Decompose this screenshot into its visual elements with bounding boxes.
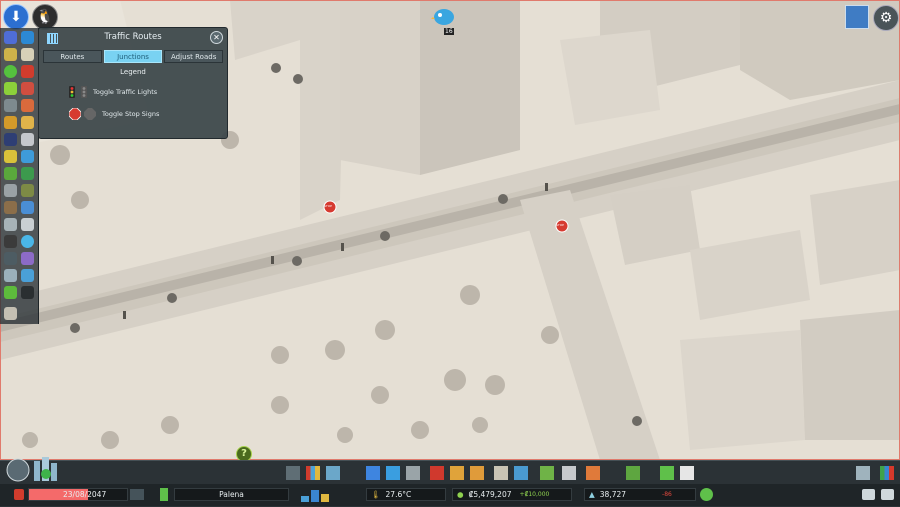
fire-icon[interactable] xyxy=(21,65,34,78)
wind-icon[interactable] xyxy=(4,184,17,197)
roads-icon[interactable] xyxy=(4,31,17,44)
traffic-icon[interactable] xyxy=(21,218,34,231)
speed-icon[interactable] xyxy=(130,489,144,500)
date-display: 23/08/2047 xyxy=(28,488,128,501)
fire-tool-icon[interactable] xyxy=(430,466,444,480)
garbage-icon[interactable] xyxy=(4,99,17,112)
electricity-tool-icon[interactable] xyxy=(366,466,380,480)
info-view-icon[interactable] xyxy=(4,307,17,320)
city-logo-icon[interactable] xyxy=(4,457,70,483)
screenshot-icon[interactable] xyxy=(862,489,875,500)
tourism-icon[interactable] xyxy=(21,252,34,265)
district-icon[interactable] xyxy=(4,48,17,61)
info-icon[interactable] xyxy=(160,488,168,501)
landmark-tool-icon[interactable] xyxy=(586,466,600,480)
bird-icon xyxy=(431,9,454,25)
transport-icon[interactable] xyxy=(21,133,34,146)
chirper-bird-icon[interactable]: 16 xyxy=(431,5,457,35)
star-icon[interactable] xyxy=(4,82,17,95)
legend-item-traffic-lights: Toggle Traffic Lights xyxy=(69,86,157,98)
monument-tool-icon[interactable] xyxy=(562,466,576,480)
dots-icon[interactable] xyxy=(21,286,34,299)
public-transport-tool-icon[interactable] xyxy=(514,466,528,480)
panel-title: Traffic Routes xyxy=(104,32,162,42)
thermometer-icon: 🌡 xyxy=(371,490,381,499)
fishing-icon[interactable] xyxy=(21,201,34,214)
settings-gear-icon[interactable]: ⚙ xyxy=(873,5,899,31)
stop-sign-marker[interactable]: STOP xyxy=(324,204,332,208)
chirper-badge: 16 xyxy=(444,28,454,35)
happiness-icon[interactable] xyxy=(4,65,17,78)
education-tool-icon[interactable] xyxy=(494,466,508,480)
resource-icon[interactable] xyxy=(4,201,17,214)
hide-ui-icon[interactable] xyxy=(881,489,894,500)
demand-bars xyxy=(301,488,331,502)
close-icon[interactable]: ✕ xyxy=(210,31,223,44)
education-icon[interactable] xyxy=(21,116,34,129)
stop-sign-marker[interactable]: STOP xyxy=(556,223,564,227)
policy-tool-icon[interactable] xyxy=(680,466,694,480)
unlock-milestones-icon[interactable]: ⬇ xyxy=(3,4,29,30)
roads-tool-icon[interactable] xyxy=(286,466,300,480)
pollution-icon[interactable] xyxy=(21,184,34,197)
move-tool-icon[interactable] xyxy=(856,466,870,480)
camera-icon[interactable] xyxy=(4,269,17,282)
stop-sign-icon xyxy=(69,108,96,120)
maintenance-icon[interactable] xyxy=(4,286,17,299)
tools-icon[interactable] xyxy=(4,218,17,231)
heating-icon[interactable] xyxy=(4,235,17,248)
legend-label: Toggle Traffic Lights xyxy=(93,88,158,96)
traffic-light-icon xyxy=(69,86,87,98)
water-tool-icon[interactable] xyxy=(386,466,400,480)
legend-title: Legend xyxy=(120,68,146,76)
money-display[interactable]: ● ₡5,479,207 +₡10,000 xyxy=(452,488,572,501)
traffic-routes-panel: Traffic Routes ✕ Routes Junctions Adjust… xyxy=(38,27,228,139)
land-value-icon[interactable] xyxy=(4,167,17,180)
legend-item-stop-signs: Toggle Stop Signs xyxy=(69,108,159,120)
happiness-smiley-icon[interactable] xyxy=(700,488,713,501)
population-icon: ▲ xyxy=(589,490,595,499)
electricity-icon[interactable] xyxy=(4,150,17,163)
park-tool-icon[interactable] xyxy=(540,466,554,480)
garbage-tool-icon[interactable] xyxy=(406,466,420,480)
zoning-icon[interactable] xyxy=(21,31,34,44)
ticket-icon[interactable] xyxy=(21,269,34,282)
district-tool-icon[interactable] xyxy=(326,466,340,480)
landscaping-tool-icon[interactable] xyxy=(626,466,640,480)
police-icon[interactable] xyxy=(4,133,17,146)
traffic-routes-icon[interactable] xyxy=(21,235,34,248)
panel-tabs: Routes Junctions Adjust Roads xyxy=(43,50,224,63)
crime-icon[interactable] xyxy=(21,82,34,95)
tab-routes[interactable]: Routes xyxy=(43,50,102,63)
zoning-tool-icon[interactable] xyxy=(306,466,320,480)
pause-button[interactable] xyxy=(14,489,24,500)
radio-icon[interactable] xyxy=(4,252,17,265)
health-icon[interactable] xyxy=(21,99,34,112)
left-toolbar xyxy=(0,28,39,324)
temperature-display: 🌡 27.6°C xyxy=(366,488,446,501)
water-icon[interactable] xyxy=(21,150,34,163)
book-icon[interactable] xyxy=(21,48,34,61)
health-tool-icon[interactable] xyxy=(470,466,484,480)
legend-label: Toggle Stop Signs xyxy=(102,110,160,118)
noise-icon[interactable] xyxy=(4,116,17,129)
tab-junctions[interactable]: Junctions xyxy=(103,50,163,63)
city-name[interactable]: Palena xyxy=(174,488,289,501)
demand-icon[interactable] xyxy=(880,466,894,480)
money-icon: ● xyxy=(457,490,464,499)
population-display[interactable]: ▲ 38,727 -86 xyxy=(584,488,696,501)
city-skyline-icon[interactable] xyxy=(845,5,869,29)
police-tool-icon[interactable] xyxy=(450,466,464,480)
eraser-tool-icon[interactable] xyxy=(660,466,674,480)
tab-adjust-roads[interactable]: Adjust Roads xyxy=(164,50,224,63)
nature-icon[interactable] xyxy=(21,167,34,180)
